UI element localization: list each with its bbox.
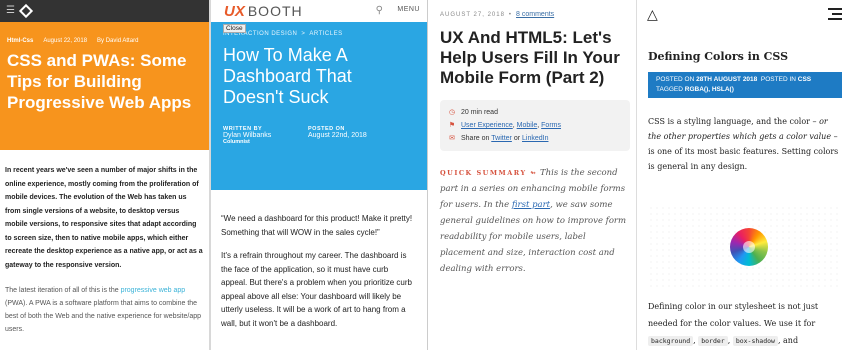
article-body: “We need a dashboard for this product! M… (211, 190, 428, 330)
code-snippet: box-shadow (732, 336, 778, 346)
author-name[interactable]: Dylan Wilbanks (223, 132, 308, 139)
first-part-link[interactable]: first part (512, 200, 550, 210)
share-icon: ✉ (449, 135, 455, 142)
breadcrumb-item[interactable]: ARTICLES (309, 31, 342, 37)
author-role: Columnist (223, 139, 250, 145)
tag-links[interactable]: RGBA(), HSLA() (685, 86, 734, 93)
code-snippet: background (648, 336, 694, 346)
article-panel-4: △ Defining Colors in CSS POSTED ON 28TH … (636, 0, 850, 350)
article-date: August 22, 2018 (43, 38, 88, 44)
code-snippet: border (698, 336, 728, 346)
article-panel-2: UX BOOTH ⚲ MENU Close INTERACTION DESIGN… (211, 0, 428, 350)
category-link[interactable]: CSS (798, 76, 811, 83)
paragraph-text: CSS is a styling language, and the color… (648, 117, 820, 126)
brand-logo-booth[interactable]: BOOTH (248, 3, 303, 19)
article-paragraph: Defining color in our stylesheet is not … (648, 302, 819, 346)
menu-icon[interactable] (828, 8, 842, 23)
close-button[interactable]: Close (223, 24, 246, 33)
author-block: WRITTEN BY Dylan Wilbanks Columnist (223, 126, 308, 145)
article-dateline: AUGUST 27, 2018 • 8 comments (428, 0, 636, 18)
article-date: AUGUST 27, 2018 (440, 12, 505, 18)
article-date: August 22nd, 2018 (308, 132, 367, 139)
article-hero: INTERACTION DESIGN > ARTICLES How To Mak… (211, 22, 428, 190)
share-label: Share on (461, 135, 490, 142)
article-panel-3: AUGUST 27, 2018 • 8 comments UX And HTML5:… (428, 0, 636, 350)
read-time-row: ◷ 20 min read (448, 106, 622, 119)
share-or: or (513, 135, 521, 142)
summary-text: , we saw some general guidelines on how … (440, 200, 627, 274)
paragraph-text: (PWA). A PWA is a software platform that… (5, 300, 201, 333)
tag-link[interactable]: Forms (541, 122, 561, 129)
top-bar: △ (636, 0, 850, 32)
tag-link[interactable]: User Experience (461, 122, 513, 129)
article-paragraph: CSS is a styling language, and the color… (648, 114, 842, 174)
quick-summary: QUICK SUMMARY ↬ This is the second part … (440, 165, 630, 277)
top-bar: ☰ (0, 0, 211, 22)
article-info-box: ◷ 20 min read ⚑ User Experience, Mobile,… (440, 100, 630, 151)
menu-button[interactable]: MENU (397, 6, 420, 13)
twitter-link[interactable]: Twitter (491, 135, 512, 142)
share-row: ✉ Share on Twitter or LinkedIn (448, 132, 622, 145)
panel-divider (636, 0, 637, 350)
site-logo-icon[interactable]: △ (647, 6, 658, 23)
menu-icon[interactable]: ☰ (6, 6, 15, 16)
article-paragraph: The latest iteration of all of this is t… (0, 272, 211, 336)
category-link[interactable]: Html-Css (7, 38, 33, 44)
top-bar: UX BOOTH ⚲ MENU (211, 0, 428, 22)
tagged-label: TAGGED (656, 86, 683, 93)
quick-summary-label: QUICK SUMMARY ↬ (440, 169, 538, 177)
article-hero: Html-Css August 22, 2018 By David Attard… (0, 22, 211, 150)
site-logo-icon[interactable] (18, 3, 34, 19)
color-wheel-image (730, 228, 768, 266)
article-byline: WRITTEN BY Dylan Wilbanks Columnist POST… (223, 126, 416, 145)
search-icon[interactable]: ⚲ (376, 5, 383, 16)
article-intro: In recent years we've seen a number of m… (5, 167, 203, 269)
article-meta: Html-Css August 22, 2018 By David Attard (7, 38, 203, 44)
article-date: 28TH AUGUST 2018 (696, 76, 758, 83)
article-author[interactable]: By David Attard (97, 38, 138, 44)
posted-on-label: POSTED ON (656, 76, 695, 83)
dot-separator: • (508, 12, 513, 18)
article-title: How To Make A Dashboard That Doesn't Suc… (223, 45, 352, 107)
paragraph-text: The latest iteration of all of this is t… (5, 287, 121, 294)
breadcrumb-separator: > (301, 31, 306, 37)
paragraph-text: , and (777, 336, 799, 345)
article-title: UX And HTML5: Let's Help Users Fill In Y… (440, 28, 620, 87)
tag-icon: ⚑ (448, 122, 456, 129)
article-paragraph: It's a refrain throughout my career. The… (221, 251, 412, 328)
article-title: CSS and PWAs: Some Tips for Building Pro… (7, 51, 192, 112)
breadcrumb: INTERACTION DESIGN > ARTICLES (223, 31, 416, 37)
share-links: Share on Twitter or LinkedIn (461, 132, 548, 145)
read-time: 20 min read (461, 109, 498, 116)
paragraph-text: Defining color in our stylesheet is not … (648, 302, 819, 328)
tag-link[interactable]: Mobile (517, 122, 538, 129)
article-meta-box: POSTED ON 28TH AUGUST 2018 POSTED IN CSS… (648, 72, 842, 98)
tags-row: ⚑ User Experience, Mobile, Forms (448, 119, 622, 132)
date-block: POSTED ON August 22nd, 2018 (308, 126, 367, 145)
brand-logo-ux[interactable]: UX (224, 3, 245, 20)
linkedin-link[interactable]: LinkedIn (522, 135, 548, 142)
posted-in-label: POSTED IN (760, 76, 796, 83)
article-title: Defining Colors in CSS (648, 50, 789, 63)
pwa-link[interactable]: progressive web app (121, 287, 186, 294)
article-paragraph: “We need a dashboard for this product! M… (221, 214, 413, 237)
tags: User Experience, Mobile, Forms (461, 122, 561, 129)
comments-link[interactable]: 8 comments (516, 11, 554, 18)
clock-icon: ◷ (448, 109, 456, 116)
article-panel-1: ☰ Html-Css August 22, 2018 By David Atta… (0, 0, 211, 350)
